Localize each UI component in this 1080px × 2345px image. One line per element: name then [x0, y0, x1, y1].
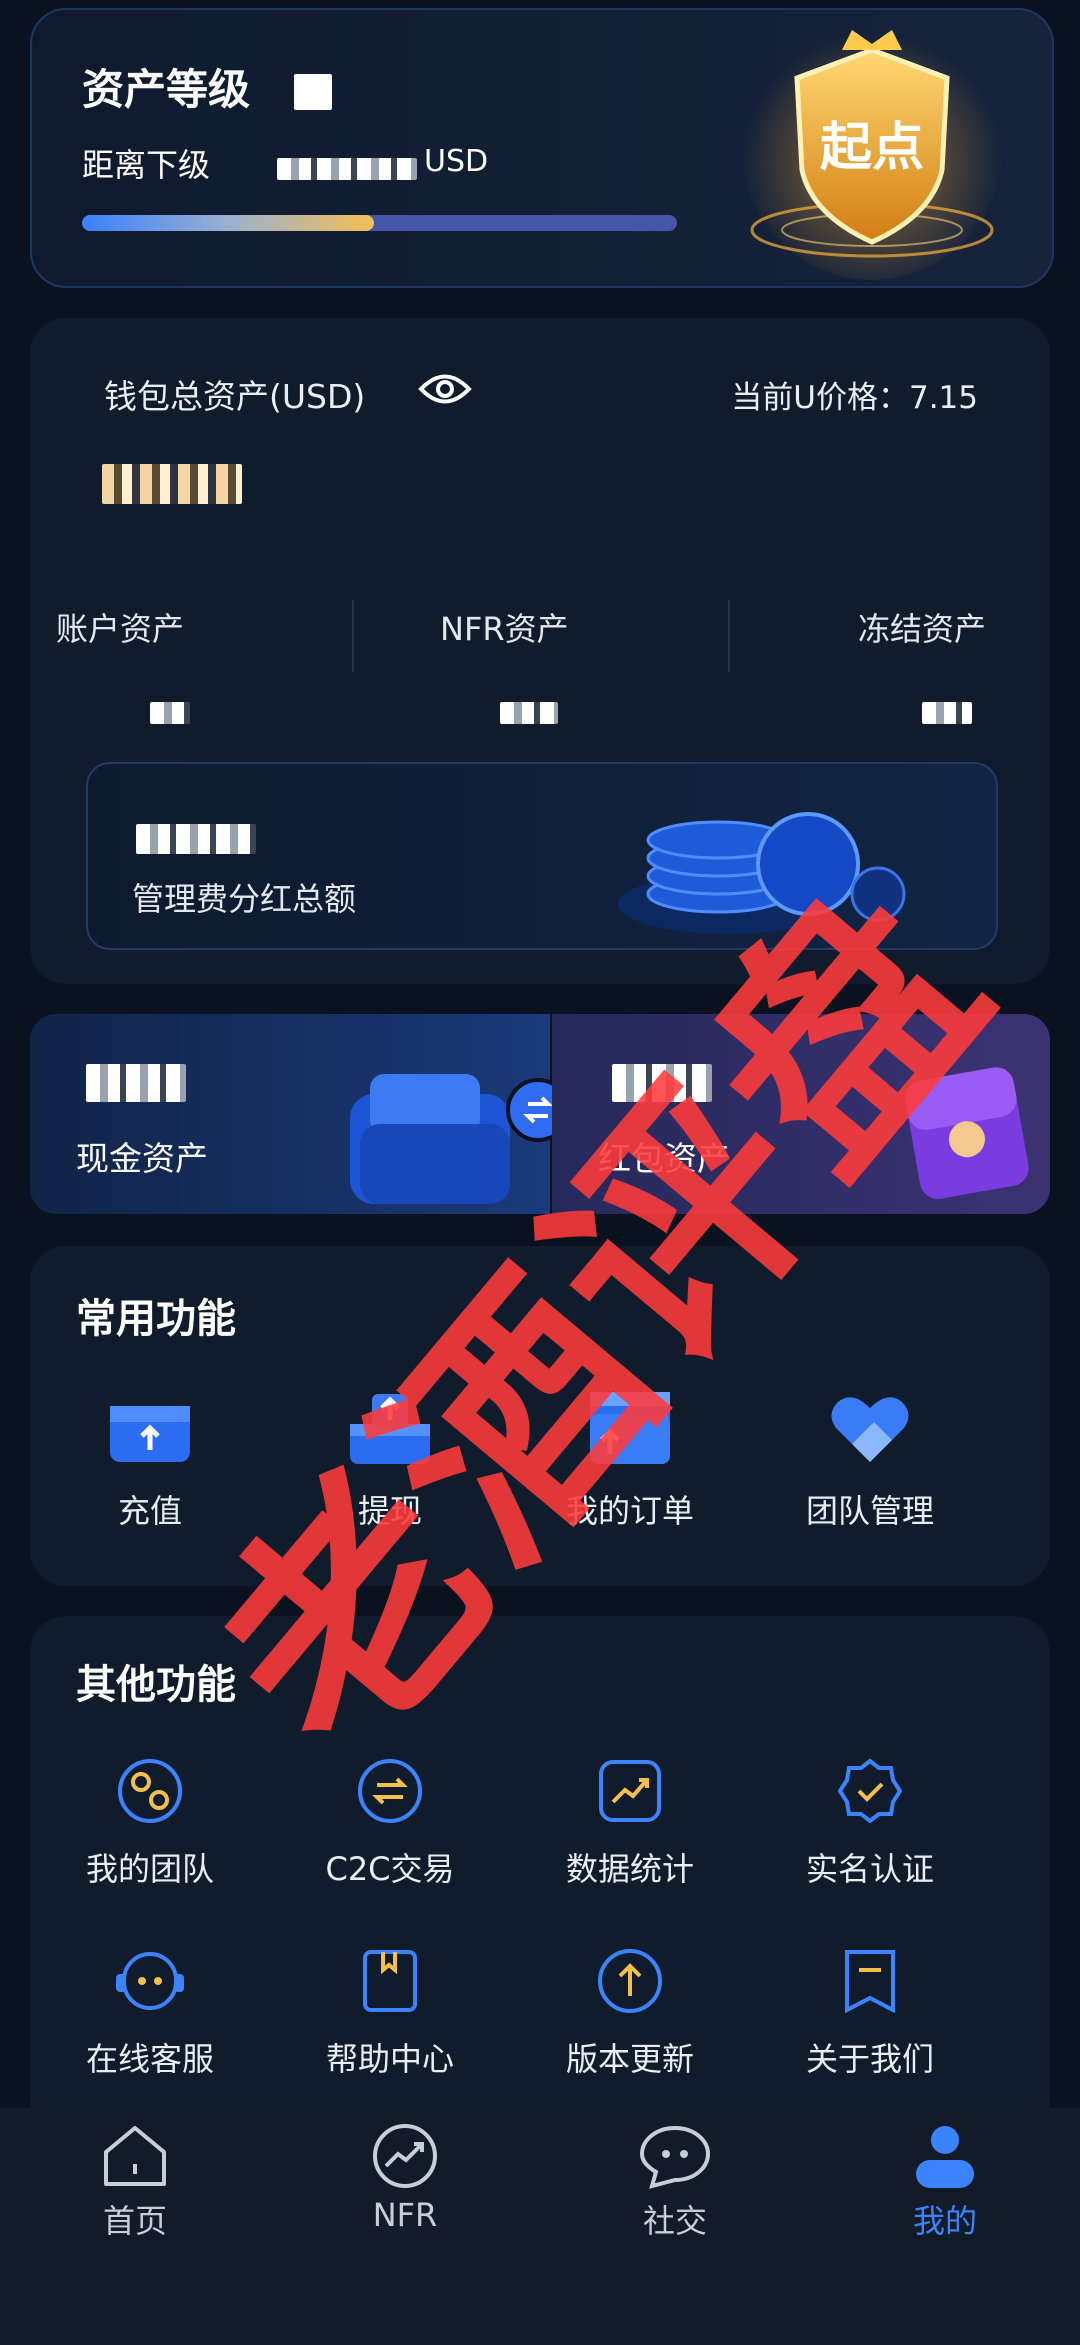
level-progress-bar: [82, 215, 677, 231]
other-item-about[interactable]: 关于我们: [750, 1946, 990, 2080]
nfr-asset-masked: [500, 702, 558, 724]
update-icon: [595, 1946, 665, 2016]
dividend-label: 管理费分红总额: [132, 880, 357, 918]
other-item-support[interactable]: 在线客服: [30, 1946, 270, 2080]
col-divider: [352, 600, 354, 672]
common-item-deposit[interactable]: 充值: [30, 1388, 270, 1532]
other-functions-row-1: 我的团队 C2C交易 数据统计 实名认证: [30, 1756, 990, 1890]
wallet-col-nfr: NFR资产: [440, 604, 670, 724]
support-icon: [112, 1946, 188, 2016]
frozen-asset-masked: [922, 702, 972, 724]
redpack-icon: [882, 1054, 1042, 1214]
other-item-label: 版本更新: [565, 2040, 694, 2078]
withdraw-icon: [342, 1388, 438, 1468]
help-book-icon: [355, 1946, 425, 2016]
team-manage-icon: [822, 1388, 918, 1468]
other-item-label: 我的团队: [85, 1850, 214, 1888]
other-functions-row-2: 在线客服 帮助中心 版本更新 关于我们: [30, 1946, 990, 2080]
col-divider: [728, 600, 730, 672]
wallet-col-account: 账户资产: [56, 604, 376, 724]
cash-amount-masked: [86, 1064, 186, 1102]
other-item-label: 帮助中心: [325, 2040, 454, 2078]
nav-label: NFR: [372, 2196, 438, 2234]
cash-asset-label: 现金资产: [76, 1139, 208, 1178]
asset-level-title: 资产等级: [82, 65, 251, 114]
chart-icon: [595, 1756, 665, 1826]
bottom-nav: 首页 NFR 社交 我的: [0, 2108, 1080, 2345]
eye-icon[interactable]: [418, 370, 472, 412]
nav-label: 我的: [912, 2202, 977, 2240]
dividend-card[interactable]: 管理费分红总额: [86, 762, 998, 950]
common-item-label: 我的订单: [565, 1492, 694, 1530]
level-badge-icon: 起点: [692, 10, 1042, 280]
u-price-label: 当前U价格：7.15: [731, 380, 978, 416]
nav-label: 首页: [102, 2202, 167, 2240]
common-item-withdraw[interactable]: 提现: [270, 1388, 510, 1532]
exchange-icon: [355, 1756, 425, 1826]
next-level-label: 距离下级: [82, 146, 211, 184]
frozen-asset-label: 冻结资产: [858, 610, 987, 648]
other-item-label: 实名认证: [805, 1850, 934, 1888]
nav-nfr[interactable]: NFR: [270, 2108, 540, 2345]
common-functions-title: 常用功能: [76, 1296, 236, 1342]
wallet-total-title: 钱包总资产(USD): [104, 377, 366, 416]
common-item-team-manage[interactable]: 团队管理: [750, 1388, 990, 1532]
next-level-unit: USD: [424, 144, 489, 179]
other-item-update[interactable]: 版本更新: [510, 1946, 750, 2080]
order-icon: [582, 1388, 678, 1468]
chat-icon: [638, 2122, 712, 2190]
level-value-masked: [294, 74, 332, 110]
next-level-amount-masked: [277, 158, 417, 180]
common-item-label: 团队管理: [805, 1492, 934, 1530]
account-asset-masked: [150, 702, 190, 724]
common-functions-grid: 充值 提现 我的订单 团队管理: [30, 1388, 990, 1532]
deposit-icon: [102, 1388, 198, 1468]
other-item-help[interactable]: 帮助中心: [270, 1946, 510, 2080]
profile-icon: [910, 2122, 980, 2190]
redpack-asset-card[interactable]: 红包资产: [552, 1014, 1050, 1214]
asset-level-card[interactable]: 资产等级 距离下级 USD 起点: [30, 8, 1054, 288]
common-item-label: 提现: [357, 1492, 422, 1530]
bookmark-icon: [835, 1946, 905, 2016]
other-item-label: C2C交易: [325, 1850, 455, 1888]
account-asset-label: 账户资产: [56, 610, 185, 648]
common-item-label: 充值: [117, 1492, 182, 1530]
trend-icon: [370, 2122, 440, 2190]
other-functions-title: 其他功能: [76, 1662, 236, 1708]
level-progress-fill: [82, 215, 374, 231]
nav-social[interactable]: 社交: [540, 2108, 810, 2345]
other-item-verify[interactable]: 实名认证: [750, 1756, 990, 1890]
wallet-total-masked: [102, 464, 242, 504]
verify-icon: [835, 1756, 905, 1826]
wallet-col-frozen: 冻结资产: [858, 604, 1038, 724]
redpack-amount-masked: [612, 1064, 712, 1102]
cash-asset-card[interactable]: 现金资产: [30, 1014, 550, 1214]
other-item-my-team[interactable]: 我的团队: [30, 1756, 270, 1890]
wallet-card: 钱包总资产(USD) 当前U价格：7.15 账户资产 NFR资产 冻结资产 管理…: [30, 318, 1050, 984]
team-icon: [115, 1756, 185, 1826]
other-item-c2c[interactable]: C2C交易: [270, 1756, 510, 1890]
nav-label: 社交: [642, 2202, 707, 2240]
dividend-amount-masked: [136, 824, 256, 854]
nfr-asset-label: NFR资产: [440, 610, 569, 648]
redpack-asset-label: 红包资产: [598, 1139, 730, 1178]
other-item-label: 数据统计: [565, 1850, 694, 1888]
other-item-stats[interactable]: 数据统计: [510, 1756, 750, 1890]
other-item-label: 在线客服: [85, 2040, 214, 2078]
coins-icon: [608, 784, 908, 948]
nav-mine[interactable]: 我的: [810, 2108, 1080, 2345]
badge-text: 起点: [820, 118, 924, 178]
other-item-label: 关于我们: [805, 2040, 934, 2078]
home-icon: [100, 2122, 170, 2190]
common-item-orders[interactable]: 我的订单: [510, 1388, 750, 1532]
nav-home[interactable]: 首页: [0, 2108, 270, 2345]
